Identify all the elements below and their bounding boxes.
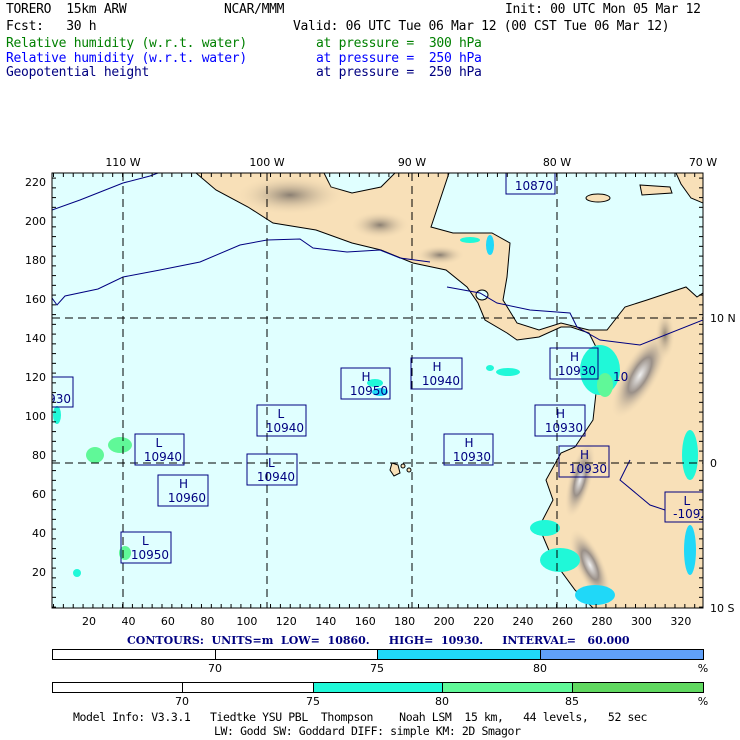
- center-value: 10950: [131, 548, 169, 562]
- colorbar-label: 80: [435, 695, 449, 708]
- center-value: 10940: [266, 421, 304, 435]
- center-value: 10870: [515, 179, 553, 193]
- y-tick-label: 180: [25, 254, 46, 267]
- center-value: 10930: [545, 421, 583, 435]
- x-tick-label: 120: [276, 615, 297, 628]
- x-tick-label: 80: [200, 615, 214, 628]
- top-labels: 110 W 100 W 90 W 80 W 70 W: [105, 156, 717, 169]
- y-tick-label: 40: [32, 527, 46, 540]
- x-tick-label: 220: [473, 615, 494, 628]
- lat-label: 10 S: [710, 602, 734, 615]
- y-tick-label: 120: [25, 371, 46, 384]
- colorbar-segment: [52, 682, 183, 693]
- center-type: L: [684, 494, 691, 508]
- center-type: L: [156, 436, 163, 450]
- x-tick-label: 280: [591, 615, 612, 628]
- center-value: 10930: [453, 450, 491, 464]
- colorbar-label: %: [697, 695, 709, 708]
- center-value: 10960: [168, 491, 206, 505]
- colorbar-label: 75: [370, 662, 384, 675]
- colorbar-segment: [52, 649, 216, 660]
- y-tick-label: 60: [32, 488, 46, 501]
- center-type: L: [268, 456, 275, 470]
- contour-info: CONTOURS: UNITS=m LOW= 10860. HIGH= 1093…: [127, 634, 630, 647]
- lon-label: 90 W: [398, 156, 426, 169]
- center-value: 10940: [257, 470, 295, 484]
- colorbar-label: 70: [208, 662, 222, 675]
- colorbar-label: 85: [565, 695, 579, 708]
- x-tick-label: 200: [434, 615, 455, 628]
- colorbar-segment: [215, 649, 378, 660]
- center-value: 10930: [569, 462, 607, 476]
- y-tick-label: 80: [32, 449, 46, 462]
- lon-label: 110 W: [105, 156, 140, 169]
- center-type: H: [570, 350, 579, 364]
- center-value: 10930: [558, 364, 596, 378]
- y-tick-label: 220: [25, 176, 46, 189]
- colorbar-segment: [313, 682, 443, 693]
- colorbar-label: 75: [306, 695, 320, 708]
- x-tick-label: 20: [82, 615, 96, 628]
- x-tick-label: 320: [670, 615, 691, 628]
- center-type: H: [179, 477, 188, 491]
- colorbar-label: 80: [533, 662, 547, 675]
- lon-label: 100 W: [249, 156, 284, 169]
- lake-nicaragua: [475, 289, 489, 301]
- x-tick-label: 180: [394, 615, 415, 628]
- center-value: 10940: [422, 374, 460, 388]
- x-tick-label: 240: [513, 615, 534, 628]
- colorbar-segment: [442, 682, 573, 693]
- colorbar-segment: [540, 649, 704, 660]
- center-type: H: [362, 370, 371, 384]
- y-tick-label: 20: [32, 566, 46, 579]
- center-value: 10940: [144, 450, 182, 464]
- center-type: H: [465, 436, 474, 450]
- weather-map: 10870H10930H10950H10940L10940L10940H1093…: [25, 156, 736, 628]
- x-tick-label: 40: [121, 615, 135, 628]
- colorbar-segment: [572, 682, 704, 693]
- center-type: H: [580, 448, 589, 462]
- lat-label: 0: [710, 457, 717, 470]
- lon-label: 80 W: [543, 156, 571, 169]
- right-labels: 10 N 0 10 S: [710, 312, 736, 615]
- model-info-line1: Model Info: V3.3.1 Tiedtke YSU PBL Thomp…: [73, 710, 648, 724]
- center-type: L: [142, 534, 149, 548]
- x-tick-label: 140: [315, 615, 336, 628]
- x-tick-label: 60: [161, 615, 175, 628]
- colorbar-segment: [377, 649, 541, 660]
- center-type: L: [278, 407, 285, 421]
- x-tick-label: 300: [631, 615, 652, 628]
- x-tick-label: 160: [355, 615, 376, 628]
- y-tick-label: 100: [25, 410, 46, 423]
- colorbar-segment: [182, 682, 314, 693]
- lon-label: 70 W: [689, 156, 717, 169]
- y-tick-label: 140: [25, 332, 46, 345]
- center-type: H: [433, 360, 442, 374]
- y-tick-label: 200: [25, 215, 46, 228]
- center-type: H: [556, 407, 565, 421]
- model-info-line2: LW: Godd SW: Goddard DIFF: simple KM: 2D…: [214, 724, 521, 738]
- contour-label: 10: [613, 370, 628, 384]
- x-tick-label: 100: [236, 615, 257, 628]
- y-tick-label: 160: [25, 293, 46, 306]
- x-tick-label: 260: [552, 615, 573, 628]
- colorbar-label: %: [697, 662, 709, 675]
- colorbar-label: 70: [175, 695, 189, 708]
- center-value: 10950: [350, 384, 388, 398]
- lat-label: 10 N: [710, 312, 736, 325]
